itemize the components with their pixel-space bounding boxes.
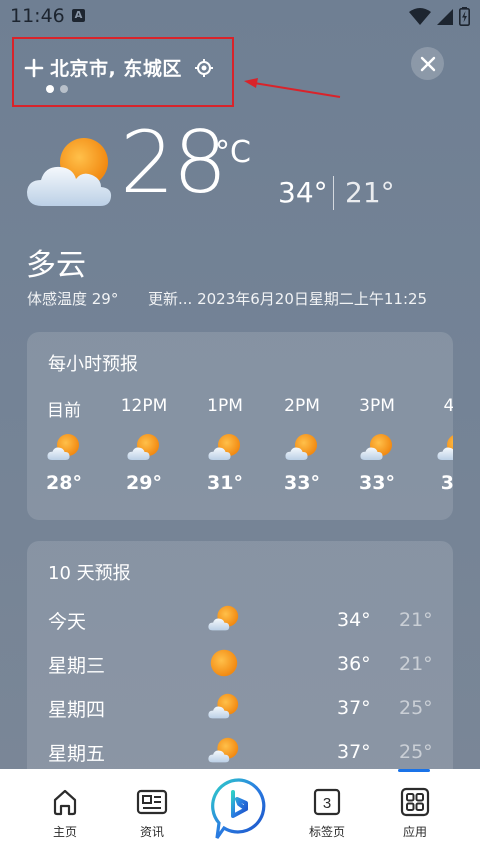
hour-time: 4P <box>443 396 453 416</box>
hour-temp: 28° <box>46 472 82 494</box>
status-bar: 11:46 A <box>0 0 480 32</box>
plus-icon[interactable] <box>24 58 44 78</box>
page-dot <box>60 85 68 93</box>
nav-label: 主页 <box>52 825 77 839</box>
day-high: 34° <box>337 609 371 631</box>
hour-time: 3PM <box>359 396 395 416</box>
page-dot-active <box>46 85 54 93</box>
hour-temp: 33° <box>359 472 395 494</box>
hour-item[interactable]: 3PM 33° <box>342 396 412 494</box>
daily-title: 10 天预报 <box>48 563 131 584</box>
hour-item[interactable]: 4P 34 <box>419 396 453 494</box>
nav-news[interactable]: 资讯 <box>117 787 187 840</box>
current-temperature: 28 <box>120 113 227 213</box>
partly-cloudy-icon <box>207 603 241 635</box>
wifi-icon <box>409 7 431 25</box>
tabs-icon: 3 <box>313 788 341 816</box>
hour-time: 12PM <box>120 396 168 416</box>
today-low: 21° <box>345 176 395 209</box>
day-low: 21° <box>399 609 433 631</box>
partly-cloudy-icon <box>46 432 82 464</box>
day-low: 21° <box>399 653 433 675</box>
tab-count: 3 <box>323 795 331 812</box>
hour-item[interactable]: 目前 28° <box>29 396 99 494</box>
signal-icon <box>437 8 453 25</box>
hour-time: 1PM <box>207 396 243 416</box>
home-icon <box>53 789 77 816</box>
day-high: 36° <box>337 653 371 675</box>
weather-condition: 多云 <box>26 248 86 283</box>
day-row[interactable]: 星期三 36° 21° <box>27 645 453 685</box>
partly-cloudy-icon <box>207 735 241 767</box>
partly-cloudy-icon <box>436 432 453 464</box>
nav-label: 资讯 <box>139 825 164 839</box>
hour-temp: 33° <box>284 472 320 494</box>
nav-label: 标签页 <box>308 825 345 839</box>
day-row[interactable]: 星期五 37° 25° <box>27 733 453 773</box>
today-high: 34° <box>278 176 328 209</box>
hour-temp: 31° <box>207 472 243 494</box>
day-name: 今天 <box>48 611 87 633</box>
day-row[interactable]: 星期四 37° 25° <box>27 689 453 729</box>
annotation-arrow <box>244 78 341 98</box>
day-low: 25° <box>399 741 433 763</box>
hour-item[interactable]: 2PM 33° <box>267 396 337 494</box>
hour-temp: 29° <box>126 472 162 494</box>
nav-active-indicator <box>398 769 430 772</box>
location-row: 北京市, 东城区 <box>24 54 214 81</box>
hour-temp: 34 <box>440 472 453 494</box>
nav-apps[interactable]: 应用 <box>380 787 450 840</box>
notification-a-icon: A <box>72 9 85 22</box>
status-time: 11:46 <box>10 5 65 27</box>
nav-tabs[interactable]: 3 标签页 <box>292 787 362 840</box>
location-name[interactable]: 北京市, 东城区 <box>50 54 182 81</box>
high-low-divider <box>333 176 334 210</box>
status-icons <box>409 7 470 26</box>
partly-cloudy-icon <box>27 138 112 206</box>
hour-item[interactable]: 12PM 29° <box>109 396 179 494</box>
partly-cloudy-icon <box>284 432 320 464</box>
nav-label: 应用 <box>402 825 427 839</box>
bing-icon[interactable] <box>211 778 267 840</box>
hour-time: 目前 <box>47 401 81 421</box>
day-high: 37° <box>337 697 371 719</box>
partly-cloudy-icon <box>126 432 162 464</box>
battery-icon <box>459 7 470 26</box>
feels-like: 体感温度 29° <box>27 290 119 308</box>
page-indicator <box>46 85 68 93</box>
apps-icon <box>400 787 430 817</box>
day-name: 星期四 <box>48 699 106 721</box>
news-icon <box>136 789 168 815</box>
hour-item[interactable]: 1PM 31° <box>190 396 260 494</box>
close-icon <box>420 56 435 71</box>
last-updated: 更新... 2023年6月20日星期二上午11:25 <box>148 290 428 308</box>
day-name: 星期五 <box>48 743 106 765</box>
locate-icon[interactable] <box>194 58 214 78</box>
temperature-unit: °C <box>215 135 251 170</box>
nav-home[interactable]: 主页 <box>30 787 100 840</box>
sunny-icon <box>207 647 241 679</box>
close-button[interactable] <box>411 47 444 80</box>
daily-forecast-card[interactable]: 10 天预报 今天 34° 21° 星期三 36° 21° 星期四 37° 25… <box>27 541 453 781</box>
day-name: 星期三 <box>48 655 106 677</box>
partly-cloudy-icon <box>207 432 243 464</box>
hourly-forecast-card[interactable]: 每小时预报 目前 28° 12PM 29° 1PM 31° 2PM 33° 3P… <box>27 332 453 520</box>
day-low: 25° <box>399 697 433 719</box>
hour-time: 2PM <box>284 396 320 416</box>
hourly-title: 每小时预报 <box>48 354 138 375</box>
day-row[interactable]: 今天 34° 21° <box>27 601 453 641</box>
partly-cloudy-icon <box>207 691 241 723</box>
location-selector[interactable]: 北京市, 东城区 <box>12 37 234 107</box>
partly-cloudy-icon <box>359 432 395 464</box>
day-high: 37° <box>337 741 371 763</box>
